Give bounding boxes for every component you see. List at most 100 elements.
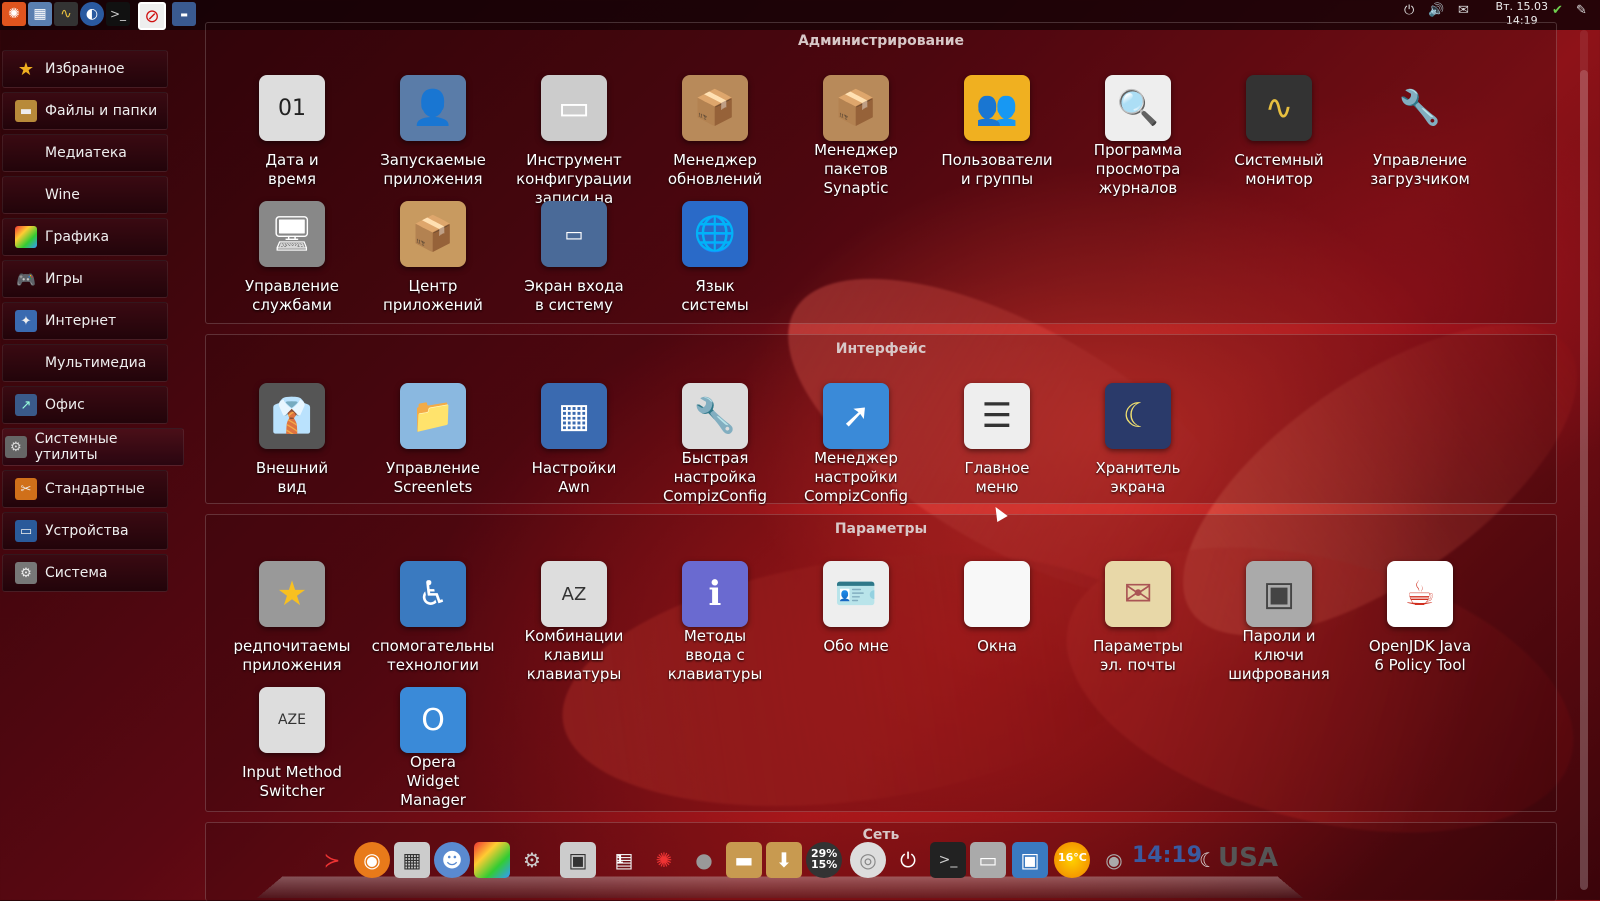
app-label: Менеджер обновлений (667, 151, 763, 188)
window-switcher-icon[interactable]: ▣ (560, 842, 596, 878)
app-assistive-technologies[interactable]: ♿ спомогательны технологии (363, 561, 503, 675)
app-label: Параметры эл. почты (1093, 637, 1183, 674)
system-monitor-icon[interactable]: ∿ (54, 2, 78, 26)
app-services[interactable]: 🖥 Управление службами (222, 201, 362, 315)
app-preferred-applications[interactable]: ★ редпочитаемы приложения (222, 561, 362, 675)
app-bootloader-manager[interactable]: 🔧 Управление загрузчиком (1350, 75, 1490, 189)
app-label: Обо мне (823, 637, 889, 655)
category-favorites[interactable]: ★ Избранное (2, 50, 168, 88)
mail-icon[interactable]: ✉ (1458, 3, 1469, 18)
category-office[interactable]: ↗ Офис (2, 386, 168, 424)
app-appearance[interactable]: 👔 Внешний вид (222, 383, 362, 497)
app-label: Менеджер настройки CompizConfig (804, 449, 908, 505)
app-label: Пароли и ключи шифрования (1228, 627, 1330, 683)
scrollbar[interactable] (1580, 30, 1588, 890)
app-software-center[interactable]: 📦 Центр приложений (363, 201, 503, 315)
app-label: Внешний вид (255, 459, 329, 496)
log-viewer-icon: 🔍 (1105, 75, 1171, 141)
clock-date: Вт. 15.03 (1495, 0, 1548, 13)
weather-temp: 16°C (1058, 851, 1087, 864)
category-internet[interactable]: ✦ Интернет (2, 302, 168, 340)
app-screenlets[interactable]: 📁 Управление Screenlets (363, 383, 503, 497)
keyboard-layout[interactable]: USA (1218, 844, 1278, 872)
app-compizconfig-manager[interactable]: ➚ Менеджер настройки CompizConfig (786, 383, 926, 506)
category-devices[interactable]: ▭ Устройства (2, 512, 168, 550)
app-keyboard-shortcuts[interactable]: AZ Комбинации клавиш клавиатуры (504, 561, 644, 684)
speaker-icon[interactable]: ◉ (1096, 842, 1132, 878)
app-system-language[interactable]: 🌐 Язык системы (645, 201, 785, 315)
stop-icon[interactable]: ⊘ (138, 2, 166, 30)
window-icon (964, 561, 1030, 627)
app-log-viewer[interactable]: 🔍 Программа просмотра журналов (1068, 75, 1208, 198)
app-compizconfig-quick[interactable]: 🔧 Быстрая настройка CompizConfig (645, 383, 785, 506)
lock-icon[interactable]: ● (686, 842, 722, 878)
scrollbar-thumb[interactable] (1580, 70, 1588, 890)
app-update-manager[interactable]: 📦 Менеджер обновлений (645, 75, 785, 189)
settings-gear-icon[interactable]: ⚙ (514, 842, 550, 878)
browser-icon[interactable]: ◐ (80, 2, 104, 26)
category-system-tools[interactable]: ⚙ Системные утилиты (2, 428, 184, 466)
desktop-icon[interactable]: ▦ (28, 2, 52, 26)
widget-icon[interactable]: ▬ (172, 2, 196, 26)
compiz-wrench-icon: 🔧 (682, 383, 748, 449)
app-passwords-keys[interactable]: ▣ Пароли и ключи шифрования (1209, 561, 1349, 684)
services-computer-icon: 🖥 (259, 201, 325, 267)
opera-icon: O (400, 687, 466, 753)
category-games[interactable]: 🎮 Игры (2, 260, 168, 298)
category-multimedia[interactable]: Мультимедиа (2, 344, 168, 382)
category-system[interactable]: ⚙ Система (2, 554, 168, 592)
firefox-icon[interactable]: ◉ (354, 842, 390, 878)
category-graphics[interactable]: Графика (2, 218, 168, 256)
app-system-monitor[interactable]: ∿ Системный монитор (1209, 75, 1349, 189)
color-picker-icon[interactable] (474, 842, 510, 878)
app-label: Комбинации клавиш клавиатуры (524, 627, 624, 683)
app-openjdk-policy-tool[interactable]: ☕ OpenJDK Java 6 Policy Tool (1350, 561, 1490, 675)
ubuntu-logo-icon[interactable]: ✺ (2, 2, 26, 26)
category-wine[interactable]: Wine (2, 176, 168, 214)
app-ntfs-config[interactable]: ▭ Инструмент конфигурации записи на NTFS (504, 75, 644, 208)
app-date-time[interactable]: 01 Дата и время (222, 75, 362, 189)
app-startup-applications[interactable]: 👤 Запускаемые приложения (363, 75, 503, 189)
terminal-icon[interactable]: >_ (106, 2, 130, 26)
app-label: Управление Screenlets (385, 459, 481, 496)
category-accessories[interactable]: ✂ Стандартные (2, 470, 168, 508)
trash-icon[interactable]: ▭ (970, 842, 1006, 878)
home-folder-icon[interactable]: ▬ (726, 842, 762, 878)
workspace-icon[interactable]: ▤ (606, 842, 642, 878)
volume-icon[interactable]: 🔊 (1428, 3, 1444, 18)
ubuntu-tweak-icon[interactable]: ✺ (646, 842, 682, 878)
shutdown-icon[interactable]: ⏻ (890, 842, 926, 878)
category-sidebar: ★ Избранное ▬ Файлы и папки Медиатека Wine… (2, 50, 184, 596)
section-interface: Интерфейс 👔 Внешний вид 📁 Управление Scree… (205, 334, 1557, 506)
app-users-groups[interactable]: 👥 Пользователи и группы (927, 75, 1067, 189)
app-opera-widget-manager[interactable]: O Opera Widget Manager (363, 687, 503, 810)
terminal-dock-icon[interactable]: ≻ (314, 842, 350, 878)
accessories-icon: ✂ (15, 478, 37, 500)
cpu-load-text: 29% 15% (811, 847, 838, 871)
app-about-me[interactable]: 🪪 Обо мне (786, 561, 926, 656)
settings-pen-icon[interactable]: ✎ (1576, 3, 1587, 18)
app-synaptic[interactable]: 📦 Менеджер пакетов Synaptic (786, 75, 926, 198)
category-media-library[interactable]: Медиатека (2, 134, 168, 172)
app-screensaver[interactable]: ☾ Хранитель экрана (1068, 383, 1208, 497)
app-label: Экран входа в систему (524, 277, 624, 314)
pidgin-icon[interactable]: ☻ (434, 842, 470, 878)
console-icon[interactable]: >_ (930, 842, 966, 878)
app-input-method-switcher[interactable]: AZE Input Method Switcher (222, 687, 362, 801)
app-label: Управление загрузчиком (1370, 151, 1470, 188)
network-icon[interactable]: ▣ (1012, 842, 1048, 878)
update-box-icon: 📦 (682, 75, 748, 141)
app-windows[interactable]: Окна (927, 561, 1067, 656)
app-email-settings[interactable]: ✉ Параметры эл. почты (1068, 561, 1208, 675)
calculator-icon[interactable]: ▦ (394, 842, 430, 878)
power-icon[interactable]: ⏻ (1404, 3, 1414, 18)
update-status-icon[interactable]: ✔ (1552, 3, 1563, 18)
app-input-methods[interactable]: ℹ Методы ввода с клавиатуры (645, 561, 785, 684)
downloads-folder-icon[interactable]: ⬇ (766, 842, 802, 878)
app-awn-settings[interactable]: ▦ Настройки Awn (504, 383, 644, 497)
category-files[interactable]: ▬ Файлы и папки (2, 92, 168, 130)
app-main-menu[interactable]: ☰ Главное меню (927, 383, 1067, 497)
star-icon: ★ (17, 58, 35, 80)
app-login-screen[interactable]: ▭ Экран входа в систему (504, 201, 644, 315)
cd-icon[interactable]: ◎ (850, 842, 886, 878)
